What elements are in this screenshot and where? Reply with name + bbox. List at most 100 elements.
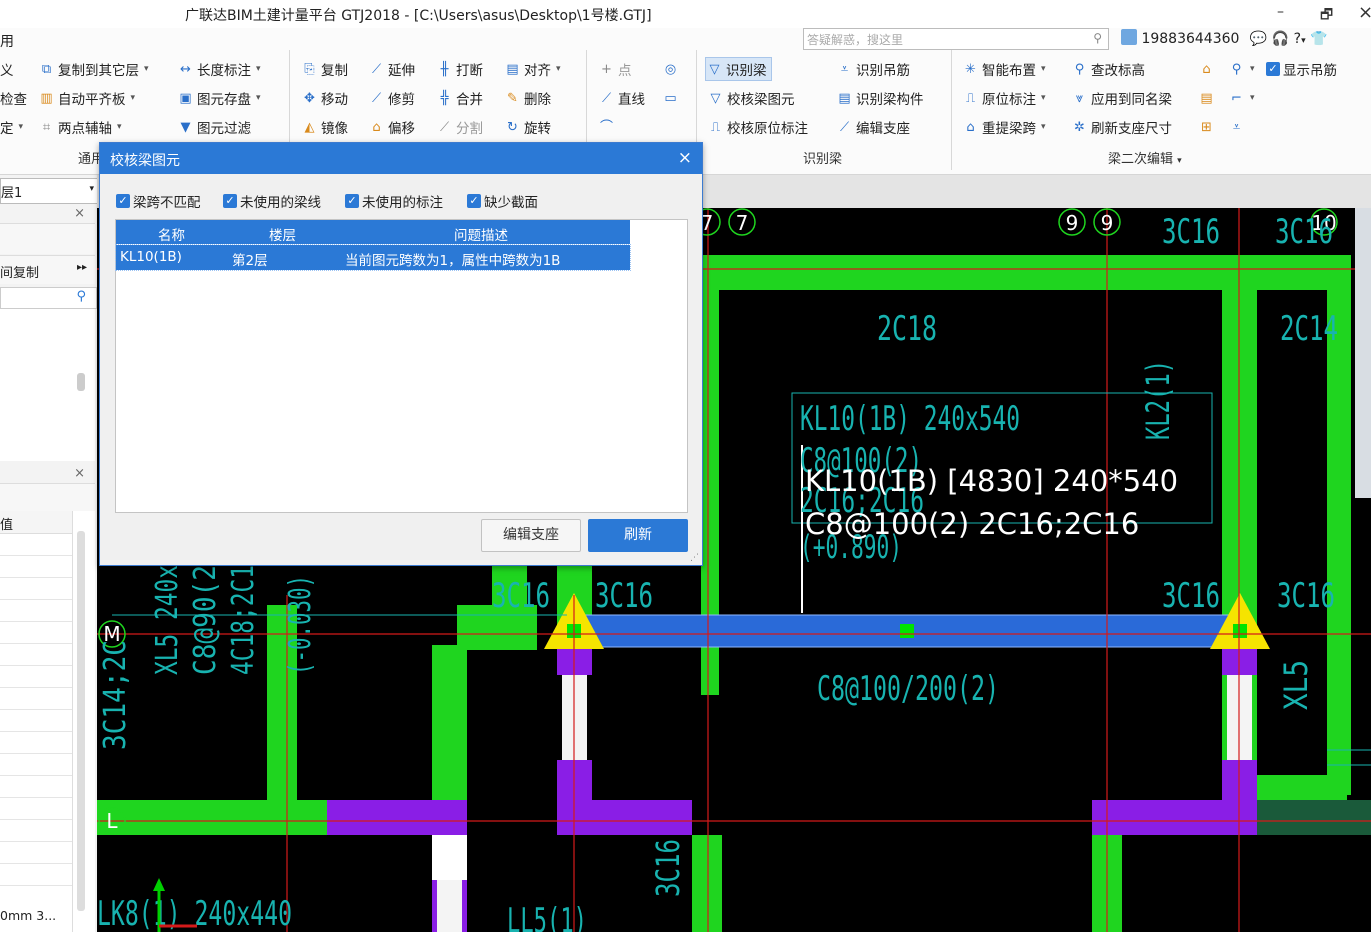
apply-same-beam-button[interactable]: ⩔ 应用到同名梁: [1071, 87, 1172, 109]
check-unused-mark[interactable]: ✓ 未使用的标注: [345, 191, 443, 211]
col-desc[interactable]: 问题描述: [454, 224, 508, 244]
point-button[interactable]: + 点: [598, 58, 631, 80]
grid-icon: ⊞: [1201, 119, 1212, 135]
building-icon: ⌂: [1202, 61, 1211, 77]
auto-slab-button[interactable]: ▥ 自动平齐板 ▾: [38, 87, 135, 109]
line-icon: ⟋: [601, 90, 612, 106]
axis-label-9a: 9: [1066, 211, 1079, 235]
line-button[interactable]: ⟋ 直线: [598, 87, 645, 109]
copy-between-tab[interactable]: 间复制 ▸▸: [0, 255, 95, 284]
merge-button[interactable]: ╬ 合并: [436, 87, 483, 109]
arc-icon: ⌒: [599, 119, 613, 135]
check-unused-beam-line[interactable]: ✓ 未使用的梁线: [223, 191, 321, 211]
copy-button[interactable]: ⎘ 复制: [301, 58, 348, 80]
tool-e-button[interactable]: ⊞: [1198, 116, 1215, 138]
edit-support-ribbon-button[interactable]: ⟋ 编辑支座: [836, 116, 910, 138]
apply-same-icon: ⩔: [1075, 90, 1084, 106]
align-button[interactable]: ▤ 对齐 ▾: [504, 58, 560, 80]
ribbon-partial-1[interactable]: 义: [0, 58, 14, 80]
left-search-input[interactable]: ⚲: [0, 287, 97, 309]
original-mark-button[interactable]: ⎍ 原位标注 ▾: [962, 87, 1046, 109]
check-beam-button[interactable]: ▽ 校核梁图元: [707, 87, 795, 109]
trim-button[interactable]: ⟋ 修剪: [368, 87, 415, 109]
offset-button[interactable]: ⌂ 偏移: [368, 116, 415, 138]
restore-button[interactable]: 🗗: [1320, 4, 1333, 28]
save-icon: ▣: [179, 90, 192, 106]
rect-tool-button[interactable]: ▭: [662, 87, 679, 109]
help-icon[interactable]: ?: [1294, 31, 1301, 47]
mirror-icon: ◭: [304, 119, 315, 135]
arc-tool-button[interactable]: ⌒: [598, 116, 615, 138]
rotate-button[interactable]: ↻ 旋转: [504, 116, 551, 138]
panel-close-2[interactable]: ×: [0, 468, 95, 482]
circle-tool-button[interactable]: ◎: [662, 58, 679, 80]
headset-icon[interactable]: 🎧: [1272, 31, 1289, 47]
cell-name: KL10(1B): [120, 249, 182, 265]
shirt-icon[interactable]: 👕: [1310, 31, 1327, 47]
ribbon-partial-2[interactable]: 检查: [0, 87, 27, 109]
props-toolbar: [0, 483, 95, 512]
delete-button[interactable]: ✎ 删除: [504, 87, 551, 109]
copy-to-floor-button[interactable]: ⧉ 复制到其它层 ▾: [38, 58, 149, 80]
resize-grip-icon[interactable]: ⋰: [690, 553, 699, 563]
show-hanger-checkbox[interactable]: ✓ 显示吊筋: [1266, 58, 1337, 80]
tool-f-button[interactable]: ⩡: [1228, 116, 1245, 138]
move-button[interactable]: ✥ 移动: [301, 87, 348, 109]
check-missing-section[interactable]: ✓ 缺少截面: [467, 191, 538, 211]
search-input[interactable]: 答疑解惑，搜这里 ⚲: [803, 28, 1109, 50]
element-save-button[interactable]: ▣ 图元存盘 ▾: [177, 87, 260, 109]
col-name[interactable]: 名称: [158, 224, 185, 244]
beam-identify-icon: ▽: [709, 61, 720, 77]
tool-b-button[interactable]: ⚲ ▾: [1228, 58, 1255, 80]
cad-stirrup-lower: C8@100/200(2): [817, 669, 999, 709]
identify-beam-button[interactable]: ▽ 识别梁: [705, 57, 772, 81]
split-icon: ⟋: [439, 119, 450, 135]
tool-d-button[interactable]: ⌐ ▾: [1228, 87, 1254, 109]
length-mark-button[interactable]: ↔ 长度标注 ▾: [177, 58, 260, 80]
cad-3c16-vertical: 3C16: [649, 839, 687, 897]
minimize-button[interactable]: –: [1277, 4, 1284, 20]
ribbon-partial-label: 用: [0, 34, 14, 50]
edit-support-button[interactable]: 编辑支座: [481, 519, 581, 552]
mirror-button[interactable]: ◭ 镜像: [301, 116, 349, 138]
check-span-mismatch[interactable]: ✓ 梁跨不匹配: [116, 191, 201, 211]
panel-header: [0, 223, 95, 254]
tree-area[interactable]: [0, 309, 95, 461]
dimension-icon: ↔: [180, 61, 191, 77]
refresh-support-size-button[interactable]: ✲ 刷新支座尺寸: [1071, 116, 1172, 138]
user-phone[interactable]: 19883644360: [1141, 31, 1239, 47]
break-button[interactable]: ╫ 打断: [436, 58, 483, 80]
message-icon[interactable]: 💬: [1250, 31, 1267, 47]
smart-layout-icon: ✳: [965, 61, 976, 77]
merge-icon: ╬: [440, 90, 449, 106]
ribbon-partial-3[interactable]: 定 ▾: [0, 116, 23, 138]
tool-c-button[interactable]: ▤: [1198, 87, 1215, 109]
redo-span-button[interactable]: ⌂ 重提梁跨 ▾: [962, 116, 1045, 138]
check-elevation-button[interactable]: ⚲ 查改标高: [1071, 58, 1145, 80]
close-window-icon[interactable]: ×: [1358, 2, 1371, 23]
dialog-close-icon[interactable]: ×: [678, 148, 692, 168]
avatar-icon[interactable]: [1121, 29, 1137, 45]
check-original-mark-button[interactable]: ⎍ 校核原位标注: [707, 116, 808, 138]
search-icon[interactable]: ⚲: [1093, 31, 1102, 45]
dialog-title-bar[interactable]: 校核梁图元 ×: [100, 143, 702, 174]
eraser-icon: ✎: [507, 90, 518, 106]
table-row[interactable]: KL10(1B) 第2层 当前图元跨数为1，属性中跨数为1B: [115, 244, 631, 271]
tool-a-button[interactable]: ⌂: [1198, 58, 1215, 80]
two-point-axis-button[interactable]: ⌗ 两点辅轴 ▾: [38, 116, 122, 138]
extend-button[interactable]: ⟋ 延伸: [368, 58, 415, 80]
col-floor[interactable]: 楼层: [269, 224, 296, 244]
floor-select[interactable]: 层1 ▾: [0, 178, 98, 204]
split-button[interactable]: ⟋ 分割: [436, 116, 483, 138]
identify-beam-member-button[interactable]: ▤ 识别梁构件: [836, 87, 923, 109]
grip-right: [1233, 624, 1247, 638]
refresh-button[interactable]: 刷新: [588, 519, 688, 552]
element-filter-button[interactable]: ▼ 图元过滤: [177, 116, 252, 138]
cad-left-v3: 4C18;2C1: [226, 565, 261, 675]
smart-layout-button[interactable]: ✳ 智能布置 ▾: [962, 58, 1045, 80]
scrollbar-thumb: [77, 531, 85, 911]
cad-ll5: LL5(1): [507, 901, 587, 932]
panel-close[interactable]: ×: [0, 208, 95, 222]
identify-hanger-button[interactable]: ⩡ 识别吊筋: [836, 58, 910, 80]
circle-icon: ◎: [664, 61, 677, 77]
